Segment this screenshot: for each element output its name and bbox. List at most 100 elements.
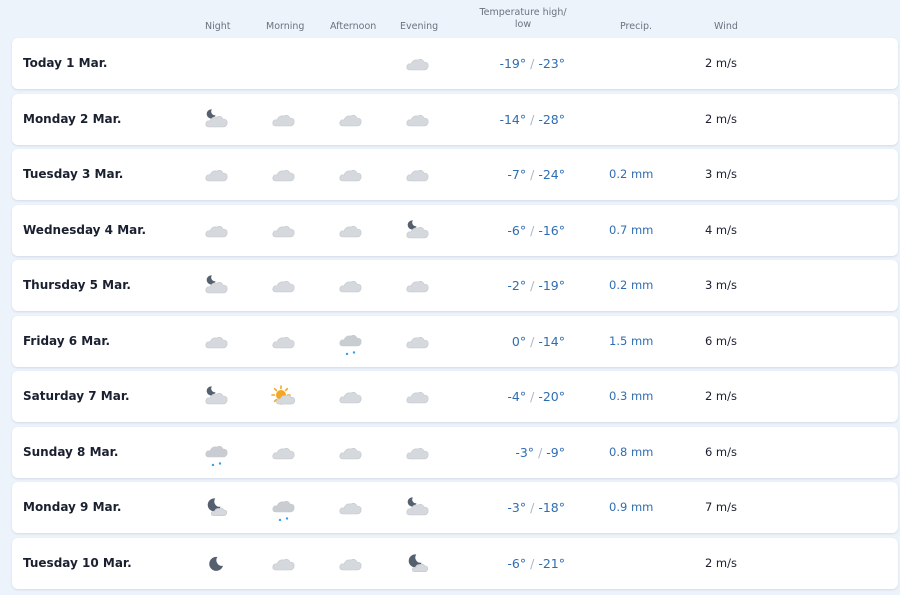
temp-low: -28°: [538, 111, 565, 127]
forecast-row[interactable]: Today 1 Mar. -19° / -23° 2 m/s: [12, 38, 898, 89]
temp-separator: /: [530, 167, 535, 182]
snow-cloud-icon: [271, 495, 297, 521]
cloud-icon: [405, 162, 431, 188]
header-evening: Evening: [400, 21, 439, 32]
header-night: Night: [205, 21, 231, 32]
header-precipitation: Precip.: [620, 21, 653, 32]
cloud-icon: [405, 440, 431, 466]
forecast-row[interactable]: Monday 2 Mar. -14° / -28° 2 m/s: [12, 93, 898, 145]
cloud-icon: [338, 273, 364, 299]
temp-high: 0°: [511, 333, 527, 349]
precipitation-value: 0.7 mm: [609, 222, 654, 237]
temp-low: -20°: [538, 389, 565, 404]
cloud-icon: [405, 51, 431, 77]
cloud-icon: [405, 273, 431, 299]
cloud-icon: [204, 218, 230, 244]
temp-high: -7°: [507, 167, 527, 182]
cloud-icon: [338, 551, 364, 577]
forecast-header: Night Morning Afternoon Evening Temperat…: [0, 0, 900, 38]
precipitation-value: 0.8 mm: [609, 444, 654, 459]
temp-separator: /: [530, 56, 535, 71]
moon-cloud-icon: [405, 218, 431, 244]
moon-cloud-icon: [405, 495, 431, 521]
wind-value: 3 m/s: [704, 278, 737, 292]
wind-value: 2 m/s: [704, 56, 737, 70]
temp-high: -4°: [507, 389, 527, 404]
moon-cloud-icon: [204, 273, 230, 299]
temperature-high-low: -3° / -9°: [515, 427, 565, 478]
temp-separator: /: [530, 222, 535, 238]
temperature-high-low: -2° / -19°: [507, 260, 565, 311]
cloud-icon: [271, 107, 297, 133]
day-label: Tuesday 3 Mar.: [23, 167, 124, 181]
precipitation-value: 0.2 mm: [609, 167, 654, 181]
wind-value: 7 m/s: [704, 500, 737, 514]
day-label: Tuesday 10 Mar.: [23, 555, 132, 570]
temp-low: -21°: [538, 555, 565, 571]
cloud-icon: [338, 107, 364, 133]
temperature-high-low: -14° / -28°: [499, 94, 565, 145]
cloud-icon: [338, 495, 364, 521]
header-morning: Morning: [266, 21, 305, 32]
snow-cloud-icon: [338, 329, 364, 355]
forecast-row[interactable]: Wednesday 4 Mar. -6° / -16° 0.7 mm 4 m/s: [12, 204, 898, 256]
cloud-icon: [271, 273, 297, 299]
precipitation-value: 0.2 mm: [609, 278, 654, 292]
wind-value: 2 m/s: [704, 111, 737, 126]
cloud-icon: [338, 384, 364, 410]
forecast-row[interactable]: Tuesday 10 Mar. -6° / -21° 2 m/s: [12, 537, 898, 589]
precipitation-value: 0.9 mm: [609, 500, 654, 514]
temp-low: -9°: [546, 444, 565, 460]
day-label: Wednesday 4 Mar.: [23, 222, 147, 237]
precipitation-value: 1.5 mm: [609, 333, 654, 348]
forecast-row[interactable]: Friday 6 Mar. 0° / -14° 1.5 mm 6 m/s: [12, 315, 898, 367]
temp-low: -24°: [538, 167, 565, 182]
moon-icon: [204, 551, 230, 577]
cloud-icon: [338, 162, 364, 188]
moon-small-cloud-icon: [405, 551, 431, 577]
day-label: Monday 2 Mar.: [23, 111, 122, 126]
temp-high: -3°: [507, 500, 527, 515]
temperature-high-low: -4° / -20°: [507, 371, 565, 422]
header-temperature: Temperature high/ low: [479, 7, 567, 30]
temp-high: -6°: [507, 555, 527, 571]
forecast-row[interactable]: Thursday 5 Mar. -2° / -19° 0.2 mm 3 m/s: [12, 260, 898, 311]
temp-low: -16°: [538, 222, 565, 238]
cloud-icon: [271, 329, 297, 355]
temperature-high-low: -6° / -16°: [507, 205, 565, 256]
day-label: Sunday 8 Mar.: [23, 444, 119, 459]
temp-separator: /: [530, 333, 535, 349]
wind-value: 4 m/s: [704, 222, 737, 237]
wind-value: 6 m/s: [704, 333, 737, 348]
temp-low: -19°: [538, 278, 565, 293]
temp-separator: /: [538, 444, 543, 460]
header-afternoon: Afternoon: [330, 21, 377, 32]
temperature-high-low: -7° / -24°: [507, 149, 565, 200]
cloud-icon: [338, 440, 364, 466]
forecast-row[interactable]: Saturday 7 Mar. -4° / -20° 0.3 mm 2 m/s: [12, 371, 898, 422]
forecast-row[interactable]: Tuesday 3 Mar. -7° / -24° 0.2 mm 3 m/s: [12, 149, 898, 200]
temp-separator: /: [530, 555, 535, 571]
temperature-high-low: -19° / -23°: [499, 38, 565, 89]
cloud-icon: [405, 107, 431, 133]
wind-value: 3 m/s: [704, 167, 737, 181]
cloud-icon: [405, 329, 431, 355]
day-label: Monday 9 Mar.: [23, 500, 122, 514]
cloud-icon: [405, 384, 431, 410]
moon-cloud-icon: [204, 384, 230, 410]
wind-value: 2 m/s: [704, 389, 737, 403]
cloud-icon: [271, 162, 297, 188]
forecast-row[interactable]: Monday 9 Mar. -3° / -18° 0.9 mm 7 m/s: [12, 482, 898, 533]
sun-cloud-icon: [271, 384, 297, 410]
cloud-icon: [204, 329, 230, 355]
day-label: Thursday 5 Mar.: [23, 278, 131, 292]
wind-value: 2 m/s: [704, 555, 737, 570]
temp-low: -18°: [538, 500, 565, 515]
forecast-row[interactable]: Sunday 8 Mar. -3° / -9° 0.8 mm 6 m/s: [12, 426, 898, 478]
snow-cloud-icon: [204, 440, 230, 466]
moon-small-cloud-icon: [204, 495, 230, 521]
temp-high: -3°: [515, 444, 535, 460]
wind-value: 6 m/s: [704, 444, 737, 459]
temp-separator: /: [530, 111, 535, 127]
temperature-high-low: -6° / -21°: [507, 538, 565, 589]
